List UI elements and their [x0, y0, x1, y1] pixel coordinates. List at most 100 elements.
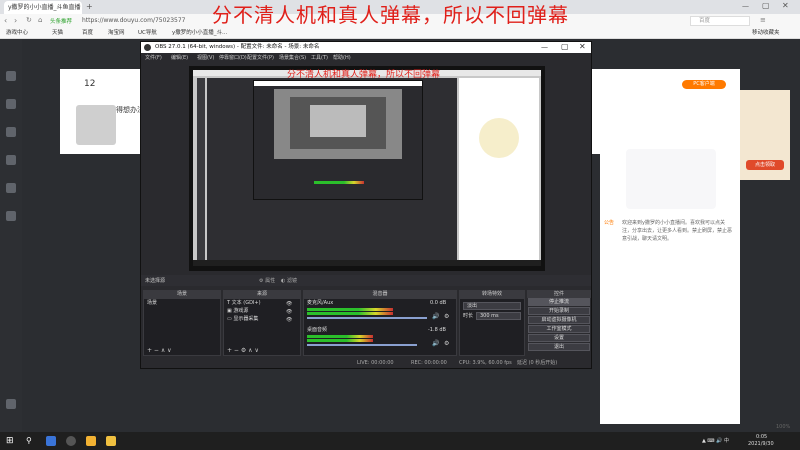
scene-item[interactable]: 场景 — [147, 300, 157, 307]
rec-status: REC: 00:00:00 — [411, 360, 447, 366]
taskbar-search-icon[interactable]: ⚲ — [26, 436, 32, 445]
visibility-icons[interactable]: 👁 👁 👁 — [286, 300, 292, 324]
obs-minimize-icon[interactable]: — — [541, 43, 548, 51]
mixer-settings-icon[interactable]: ⚙ — [444, 340, 449, 347]
avatar[interactable] — [76, 105, 116, 145]
bookmarks-bar: 游戏中心 天猫 百度 淘宝网 UC导航 y撒罗的小小直播_斗... 移动收藏夹 — [0, 28, 800, 39]
obs-menu-item[interactable]: 文件(F) — [145, 54, 162, 62]
source-item[interactable]: T 文本 (GDI+) — [227, 300, 261, 307]
studio-mode-button[interactable]: 工作室模式 — [528, 325, 590, 333]
close-icon[interactable]: ✕ — [782, 1, 789, 10]
source-item[interactable]: ▭ 显示器采集 — [227, 316, 258, 323]
mute-icon[interactable]: 🔊 — [432, 313, 439, 320]
source-item-label: 显示器采集 — [233, 316, 259, 322]
nested-meter-bar — [314, 181, 364, 184]
scene-controls[interactable]: + − ∧ ∨ — [147, 347, 172, 354]
task-view-icon[interactable] — [46, 436, 56, 446]
settings-button[interactable]: 设置 — [528, 334, 590, 342]
obs-menu-item[interactable]: 场景集合(S) — [279, 54, 306, 62]
nested-capture-deep — [290, 97, 386, 149]
nested-capture — [193, 70, 541, 266]
right-panel: PC客户端 公告 欢迎来到y撒罗的小小直播间。喜欢我可以点关注，分享出去，让更多… — [600, 69, 740, 424]
transition-select[interactable]: 淡出 — [463, 302, 521, 310]
properties-button[interactable]: ⚙ 属性 — [259, 277, 275, 284]
bookmark-item[interactable]: UC导航 — [138, 29, 157, 38]
maximize-icon[interactable]: ▢ — [762, 1, 770, 10]
bookmark-item[interactable]: y撒罗的小小直播_斗... — [172, 29, 227, 38]
mute-icon[interactable]: 🔊 — [432, 340, 439, 347]
volume-slider[interactable] — [307, 344, 417, 346]
bookmark-item[interactable]: 天猫 — [52, 29, 63, 38]
source-item[interactable]: ▣ 游戏源 — [227, 308, 248, 315]
source-item-label: 游戏源 — [233, 308, 249, 314]
minimize-icon[interactable]: — — [742, 2, 749, 10]
mixer-settings-icon[interactable]: ⚙ — [444, 313, 449, 320]
zoom-level: 100% — [776, 424, 791, 430]
home-nav-icon[interactable] — [6, 71, 16, 81]
bookmark-item[interactable]: 游戏中心 — [6, 29, 28, 38]
mixer-track-db: 0.0 dB — [430, 300, 447, 306]
obs-statusbar: LIVE: 00:00:00 REC: 00:00:00 CPU: 3.9%, … — [141, 358, 591, 368]
follow-nav-icon[interactable] — [6, 211, 16, 221]
search-input[interactable]: 百度 — [690, 16, 750, 26]
bookmark-item[interactable]: 淘宝网 — [108, 29, 125, 38]
refresh-icon[interactable]: ↻ — [26, 16, 32, 24]
bookmark-item[interactable]: 百度 — [82, 29, 93, 38]
forward-icon[interactable]: › — [14, 16, 17, 25]
side-ad[interactable]: 点击领取 — [740, 90, 790, 180]
virtual-camera-button[interactable]: 启动虚拟摄像机 — [528, 316, 590, 324]
menu-icon[interactable]: ≡ — [760, 16, 766, 24]
exit-button[interactable]: 退出 — [528, 343, 590, 351]
no-source-label: 未选择源 — [145, 278, 166, 284]
new-tab-icon[interactable]: + — [86, 2, 96, 12]
obs-menubar: 文件(F) 编辑(E) 视图(V) 停靠窗口(D) 配置文件(P) 场景集合(S… — [141, 53, 591, 63]
settings-nav-icon[interactable] — [6, 399, 16, 409]
volume-meter — [307, 312, 393, 315]
stop-streaming-button[interactable]: 停止推流 — [528, 298, 590, 306]
app-taskbar-icon[interactable] — [106, 436, 116, 446]
source-controls[interactable]: + − ⚙ ∧ ∨ — [227, 347, 259, 354]
video-nav-icon[interactable] — [6, 155, 16, 165]
tab-label: y撒罗的小小直播_斗鱼直播 — [8, 4, 81, 11]
tray-icons[interactable]: ▲ ⌨ 🔊 中 — [702, 437, 729, 444]
game-nav-icon[interactable] — [6, 183, 16, 193]
url-field[interactable]: https://www.douyu.com/75023577 — [82, 16, 222, 26]
windows-start-icon[interactable]: ⊞ — [6, 436, 14, 446]
obs-menu-item[interactable]: 工具(T) — [311, 54, 328, 62]
pc-client-badge[interactable]: PC客户端 — [682, 80, 726, 89]
obs-window: OBS 27.0.1 (64-bit, windows) - 配置文件: 未命名… — [140, 41, 592, 369]
duration-input[interactable]: 300 ms — [476, 312, 521, 320]
obs-menu-item[interactable]: 视图(V) — [197, 54, 214, 62]
scenes-dock: 场景 + − ∧ ∨ — [143, 298, 221, 356]
obs-close-icon[interactable]: ✕ — [579, 42, 586, 51]
obs-menu-item[interactable]: 编辑(E) — [171, 54, 188, 62]
filters-button[interactable]: ◐ 滤镜 — [281, 277, 297, 284]
browser-tab[interactable]: y撒罗的小小直播_斗鱼直播 — [4, 1, 82, 14]
clock-date[interactable]: 2021/9/30 — [748, 441, 774, 447]
ad-button[interactable]: 点击领取 — [746, 160, 784, 170]
obs-titlebar: OBS 27.0.1 (64-bit, windows) - 配置文件: 未命名… — [141, 42, 591, 53]
obs-maximize-icon[interactable]: ▢ — [561, 42, 569, 51]
bookmark-other[interactable]: 移动收藏夹 — [752, 29, 780, 38]
live-nav-icon[interactable] — [6, 99, 16, 109]
obs-menu-item[interactable]: 停靠窗口(D) — [219, 54, 247, 62]
obs-preview[interactable]: 分不清人机和真人弹幕，所以不回弹幕 — [189, 66, 545, 271]
notice-text: 欢迎来到y撒罗的小小直播间。喜欢我可以点关注，分享出去，让更多人看到。禁止刷屏，… — [622, 220, 733, 242]
back-icon[interactable]: ‹ — [4, 16, 7, 25]
volume-slider[interactable] — [307, 317, 427, 319]
mixer-dock: 麦克风/Aux 0.0 dB 🔊 ⚙ 桌面音频 -1.8 dB 🔊 ⚙ — [303, 298, 457, 356]
obs-menu-item[interactable]: 帮助(H) — [333, 54, 351, 62]
browser-taskbar-icon[interactable] — [86, 436, 96, 446]
category-nav-icon[interactable] — [6, 127, 16, 137]
obs-taskbar-icon[interactable] — [66, 436, 76, 446]
obs-menu-item[interactable]: 配置文件(P) — [247, 54, 274, 62]
start-recording-button[interactable]: 开始录制 — [528, 307, 590, 315]
nested-right-panel — [459, 78, 539, 264]
live-status: LIVE: 00:00:00 — [357, 360, 394, 366]
transitions-dock-title: 转场特效 — [459, 290, 525, 298]
cpu-status: CPU: 3.9%, 60.00 fps — [459, 360, 512, 366]
home-icon[interactable]: ⌂ — [38, 16, 42, 24]
volume-meter — [307, 335, 373, 338]
sources-dock-title: 来源 — [223, 290, 301, 298]
clock-time[interactable]: 0:05 — [756, 434, 767, 440]
